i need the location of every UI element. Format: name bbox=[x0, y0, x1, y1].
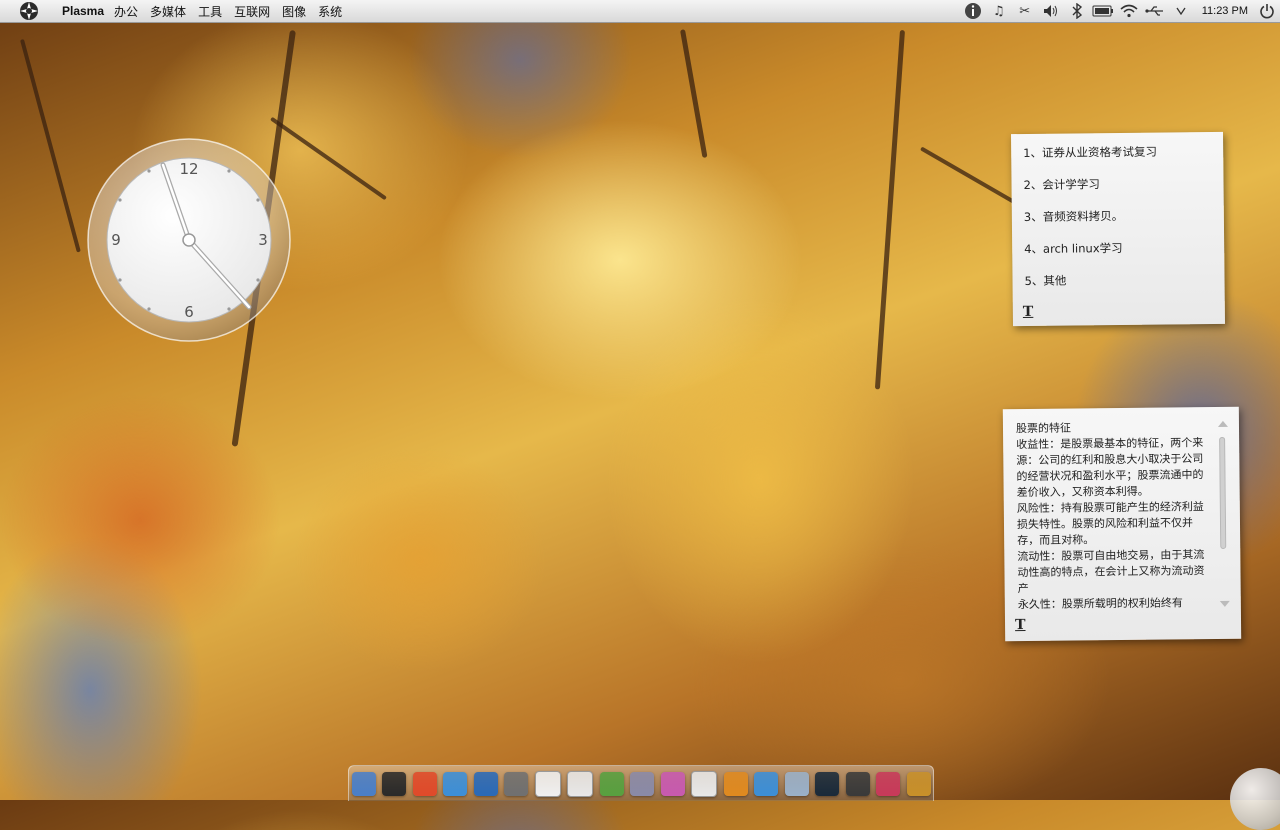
scissors-icon[interactable]: ✂ bbox=[1012, 0, 1038, 22]
todo-item: 5、其他 bbox=[1024, 273, 1067, 288]
note-scrollbar[interactable] bbox=[1217, 417, 1231, 607]
text-editor-icon[interactable] bbox=[691, 770, 717, 797]
menu-multimedia[interactable]: 多媒体 bbox=[150, 3, 186, 20]
chrome-icon[interactable] bbox=[412, 771, 437, 796]
info-icon[interactable] bbox=[960, 0, 986, 22]
note-paragraph: 永久性：股票所载明的权利始终有 bbox=[1017, 596, 1183, 612]
clock-numeral-6: 6 bbox=[184, 303, 194, 321]
office-icon[interactable] bbox=[723, 771, 748, 796]
file-manager-icon[interactable] bbox=[351, 771, 376, 796]
document-icon[interactable] bbox=[534, 770, 561, 797]
analog-clock-widget[interactable]: 12 3 6 9 bbox=[86, 137, 292, 343]
text-format-icon[interactable]: T bbox=[1023, 304, 1034, 320]
system-tray: ♫ ✂ 11:23 PM bbox=[960, 0, 1280, 22]
scroll-thumb[interactable] bbox=[1219, 436, 1227, 549]
wallpaper-branch bbox=[680, 29, 708, 159]
bluetooth-icon[interactable] bbox=[1064, 0, 1090, 22]
wifi-icon[interactable] bbox=[1116, 0, 1142, 22]
menu-system[interactable]: 系统 bbox=[318, 3, 342, 20]
media-player-icon[interactable] bbox=[660, 771, 685, 796]
monitor-icon[interactable] bbox=[845, 771, 870, 796]
menu-graphics[interactable]: 图像 bbox=[282, 3, 306, 20]
app-name[interactable]: Plasma bbox=[62, 4, 104, 18]
clock-numeral-3: 3 bbox=[258, 231, 268, 249]
note-text[interactable]: 股票的特征 收益性：是股票最基本的特征，两个来源：公司的红利和股息大小取决于公司… bbox=[1016, 419, 1214, 613]
gold-ball-icon[interactable] bbox=[906, 771, 931, 796]
usb-icon[interactable] bbox=[1142, 0, 1168, 22]
globe-icon[interactable] bbox=[443, 771, 467, 796]
clock-numeral-12: 12 bbox=[179, 160, 198, 178]
todo-item: 3、音频资料拷贝。 bbox=[1023, 208, 1124, 224]
tools-icon[interactable] bbox=[504, 771, 528, 796]
todo-item: 2、会计学学习 bbox=[1023, 177, 1100, 192]
menu-tools[interactable]: 工具 bbox=[198, 3, 222, 20]
wallpaper-branch bbox=[874, 30, 905, 390]
wallpaper-branch bbox=[20, 38, 81, 253]
top-panel: Plasma 办公 多媒体 工具 互联网 图像 系统 ♫ ✂ 11:23 PM bbox=[0, 0, 1280, 23]
todo-item: 4、arch linux学习 bbox=[1024, 240, 1123, 256]
dock bbox=[348, 765, 934, 801]
search-icon[interactable] bbox=[784, 771, 809, 796]
desktop-toolbox-icon[interactable] bbox=[1230, 768, 1280, 830]
menu-internet[interactable]: 互联网 bbox=[234, 3, 270, 20]
volume-icon[interactable] bbox=[1038, 0, 1064, 22]
text-format-icon[interactable]: T bbox=[1015, 617, 1026, 633]
note-paragraph: 风险性：持有股票可能产生的经济利益损失特性。股票的风险和利益不仅并存，而且对称。 bbox=[1016, 500, 1204, 548]
dark-globe-icon[interactable] bbox=[815, 771, 839, 796]
image-viewer-icon[interactable] bbox=[567, 770, 593, 797]
terminal-icon[interactable] bbox=[382, 771, 406, 796]
note-paragraph: 收益性：是股票最基本的特征，两个来源：公司的红利和股息大小取决于公司的经营状况和… bbox=[1016, 436, 1204, 500]
panel-clock[interactable]: 11:23 PM bbox=[1202, 5, 1248, 17]
menu-office[interactable]: 办公 bbox=[114, 3, 138, 20]
music-icon[interactable]: ♫ bbox=[986, 0, 1012, 22]
safari-icon[interactable] bbox=[473, 771, 498, 796]
power-icon[interactable] bbox=[1254, 0, 1280, 22]
scroll-down-icon[interactable] bbox=[1219, 600, 1230, 607]
todo-item: 1、证券从业资格考试复习 bbox=[1023, 144, 1158, 160]
network-icon[interactable] bbox=[754, 771, 778, 796]
eye-icon[interactable] bbox=[876, 771, 900, 796]
music-player-icon[interactable] bbox=[599, 771, 624, 796]
clock-numeral-9: 9 bbox=[111, 231, 121, 249]
scroll-up-icon[interactable] bbox=[1217, 420, 1228, 427]
note-paragraph: 流动性：股票可自由地交易，由于其流动性高的特点，在会计上又称为流动资产 bbox=[1017, 548, 1205, 596]
battery-icon[interactable] bbox=[1090, 0, 1116, 22]
dropdown-icon[interactable] bbox=[1168, 0, 1194, 22]
stock-note-widget[interactable]: 股票的特征 收益性：是股票最基本的特征，两个来源：公司的红利和股息大小取决于公司… bbox=[1002, 406, 1242, 642]
paint-icon[interactable] bbox=[630, 771, 654, 796]
todo-note-widget[interactable]: 1、证券从业资格考试复习 2、会计学学习 3、音频资料拷贝。 4、arch li… bbox=[1011, 131, 1225, 327]
launcher-icon[interactable] bbox=[18, 0, 40, 22]
